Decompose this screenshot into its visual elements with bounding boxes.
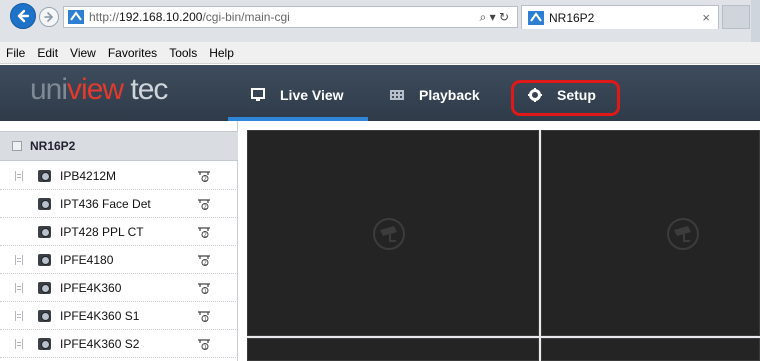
back-button[interactable] [10,3,36,29]
svg-text:1: 1 [204,289,207,295]
camera-name: IPFE4K360 S2 [60,336,140,351]
tree-branch-icon [15,171,23,181]
chrome-edge [751,0,760,42]
stream-2-icon[interactable]: 2 [197,197,211,211]
arrow-left-icon [17,9,30,23]
menu-help[interactable]: Help [209,46,234,60]
app-header: uniview tec Live View Playback Setup [0,65,760,121]
search-refresh-icon[interactable]: ⌕ ▾ ↻ [480,10,509,25]
stream-1-icon[interactable]: 1 [197,309,211,323]
stream-1-icon[interactable]: 1 [197,337,211,351]
tree-branch-icon [15,283,23,293]
camera-row[interactable]: IPFE4K360 1 [0,274,238,302]
stream-2-icon[interactable]: 2 [197,225,211,239]
camera-icon [38,338,51,350]
stream-1-icon[interactable]: 1 [197,281,211,295]
device-tree-title[interactable]: NR16P2 [0,131,238,161]
close-tab-icon[interactable]: × [702,10,710,25]
svg-text:2: 2 [204,177,207,183]
nav-playback[interactable]: Playback [389,83,480,107]
tree-branch-icon [15,255,23,265]
live-view-grid [247,130,760,361]
camera-list: IPB4212M 2 IPT436 Face Det 2 IPT428 PPL … [0,162,238,358]
logo-text-tec: tec [123,73,168,106]
browser-chrome: http://192.168.10.200/cgi-bin/main-cgi ⌕… [0,0,760,42]
camera-row[interactable]: IPT428 PPL CT 2 [0,218,238,246]
no-video-camera-icon [373,218,405,250]
film-icon [390,90,404,100]
camera-icon [38,282,51,294]
video-window[interactable] [541,338,760,361]
tree-branch-icon [15,311,23,321]
menu-file[interactable]: File [6,46,25,60]
logo-text-view: view [67,73,124,106]
tree-branch-icon [15,339,23,349]
camera-icon [38,254,51,266]
camera-row[interactable]: IPT436 Face Det 2 [0,190,238,218]
address-bar[interactable]: http://192.168.10.200/cgi-bin/main-cgi ⌕… [63,6,518,28]
url-host: 192.168.10.200 [119,10,203,24]
video-window[interactable] [541,130,760,336]
camera-icon [38,170,51,182]
site-favicon-icon [68,10,84,24]
setup-highlight-annotation [511,80,620,116]
active-tab-indicator [228,117,368,121]
svg-text:1: 1 [204,317,207,323]
brand-logo: uniview tec [30,73,168,106]
forward-button[interactable] [39,7,59,27]
url-path: /cgi-bin/main-cgi [202,10,290,24]
tab-title: NR16P2 [549,10,595,25]
svg-text:2: 2 [204,205,207,211]
device-name: NR16P2 [30,139,76,153]
camera-icon [38,198,51,210]
monitor-icon [251,88,265,101]
video-window[interactable] [247,338,539,361]
menu-bar: File Edit View Favorites Tools Help [0,42,760,64]
camera-name: IPFE4K360 [60,280,122,295]
address-tools: ⌕ ▾ ↻ [480,10,509,25]
device-tree-panel: NR16P2 IPB4212M 2 IPT436 Face Det 2 IPT4… [0,121,238,361]
nav-live-view[interactable]: Live View [250,83,344,107]
svg-text:2: 2 [204,261,207,267]
camera-icon [38,226,51,238]
camera-row[interactable]: IPFE4180 2 [0,246,238,274]
browser-tab[interactable]: NR16P2 × [521,5,719,29]
menu-view[interactable]: View [70,46,96,60]
stream-2-icon[interactable]: 2 [197,169,211,183]
stream-2-icon[interactable]: 2 [197,253,211,267]
camera-name: IPT436 Face Det [60,196,151,211]
camera-name: IPT428 PPL CT [60,224,144,239]
camera-row[interactable]: IPFE4K360 S1 1 [0,302,238,330]
menu-favorites[interactable]: Favorites [108,46,157,60]
nav-live-view-label: Live View [280,87,344,103]
new-tab-button[interactable] [722,5,750,29]
url-text: http://192.168.10.200/cgi-bin/main-cgi [89,10,290,24]
camera-name: IPFE4K360 S1 [60,308,140,323]
no-video-camera-icon [667,218,699,250]
logo-text-uni: uni [30,73,68,106]
arrow-right-icon [44,12,54,22]
svg-text:1: 1 [204,345,207,351]
menu-edit[interactable]: Edit [37,46,58,60]
svg-text:2: 2 [204,233,207,239]
camera-row[interactable]: IPFE4K360 S2 1 [0,330,238,358]
camera-icon [38,310,51,322]
nav-playback-label: Playback [419,87,480,103]
camera-name: IPFE4180 [60,252,114,267]
url-prefix: http:// [89,10,120,24]
menu-tools[interactable]: Tools [169,46,197,60]
camera-row[interactable]: IPB4212M 2 [0,162,238,190]
tree-collapse-icon[interactable] [12,141,22,151]
tab-favicon-icon [528,10,544,25]
video-window[interactable] [247,130,539,336]
camera-name: IPB4212M [60,168,117,183]
